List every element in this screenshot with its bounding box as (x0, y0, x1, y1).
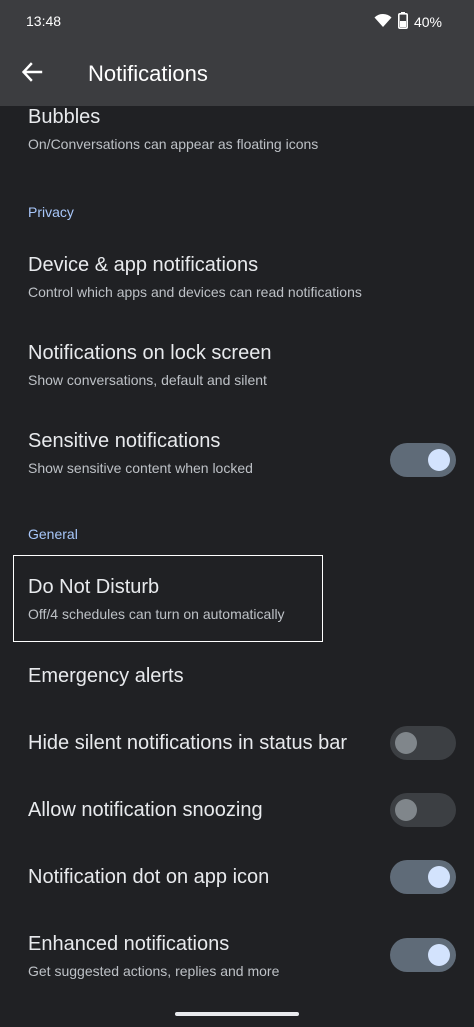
enhanced-notifications-setting[interactable]: Enhanced notifications Get suggested act… (0, 911, 474, 999)
enhanced-title: Enhanced notifications (28, 933, 230, 955)
snoozing-title: Allow notification snoozing (28, 799, 263, 821)
bubbles-title: Bubbles (28, 106, 101, 128)
sensitive-title: Sensitive notifications (28, 430, 221, 452)
focus-highlight (13, 555, 323, 642)
status-icons: 40% (374, 12, 442, 32)
emergency-title: Emergency alerts (28, 665, 184, 687)
status-time: 13:48 (26, 13, 62, 29)
battery-icon (397, 12, 408, 32)
page-title: Notifications (88, 61, 208, 86)
dot-toggle[interactable] (390, 860, 456, 894)
gesture-nav-handle[interactable] (175, 1012, 299, 1016)
sensitive-subtitle: Show sensitive content when locked (28, 460, 253, 476)
status-bar: 13:48 40% (0, 0, 474, 42)
device-app-title: Device & app notifications (28, 254, 259, 276)
settings-list[interactable]: Bubbles On/Conversations can appear as f… (0, 106, 474, 1027)
battery-percentage: 40% (413, 14, 442, 30)
device-app-subtitle: Control which apps and devices can read … (28, 284, 362, 300)
general-section-header: General (28, 526, 78, 542)
lock-screen-notifications-setting[interactable]: Notifications on lock screen Show conver… (0, 326, 474, 414)
notification-dot-setting[interactable]: Notification dot on app icon (0, 844, 474, 911)
enhanced-toggle[interactable] (390, 938, 456, 972)
enhanced-subtitle: Get suggested actions, replies and more (28, 963, 280, 979)
lock-screen-title: Notifications on lock screen (28, 342, 272, 364)
bubbles-subtitle: On/Conversations can appear as floating … (28, 136, 319, 152)
dot-title: Notification dot on app icon (28, 866, 270, 888)
toggle-knob (395, 732, 417, 754)
sensitive-notifications-setting[interactable]: Sensitive notifications Show sensitive c… (0, 414, 474, 502)
bubbles-setting[interactable]: Bubbles On/Conversations can appear as f… (0, 106, 474, 168)
hide-silent-notifications-setting[interactable]: Hide silent notifications in status bar (0, 710, 474, 777)
emergency-alerts-setting[interactable]: Emergency alerts (0, 644, 474, 710)
toggle-knob (428, 866, 450, 888)
device-app-notifications-setting[interactable]: Device & app notifications Control which… (0, 238, 474, 326)
snoozing-toggle[interactable] (390, 793, 456, 827)
back-button[interactable] (14, 56, 50, 92)
wifi-icon (374, 13, 392, 32)
lock-screen-subtitle: Show conversations, default and silent (28, 372, 267, 388)
snoozing-setting[interactable]: Allow notification snoozing (0, 777, 474, 844)
app-bar: Notifications (0, 42, 474, 106)
toggle-knob (395, 799, 417, 821)
hide-silent-title: Hide silent notifications in status bar (28, 732, 348, 754)
hide-silent-toggle[interactable] (390, 726, 456, 760)
toggle-knob (428, 449, 450, 471)
sensitive-toggle[interactable] (390, 443, 456, 477)
toggle-knob (428, 944, 450, 966)
privacy-section-header: Privacy (28, 204, 74, 220)
arrow-back-icon (21, 61, 43, 88)
